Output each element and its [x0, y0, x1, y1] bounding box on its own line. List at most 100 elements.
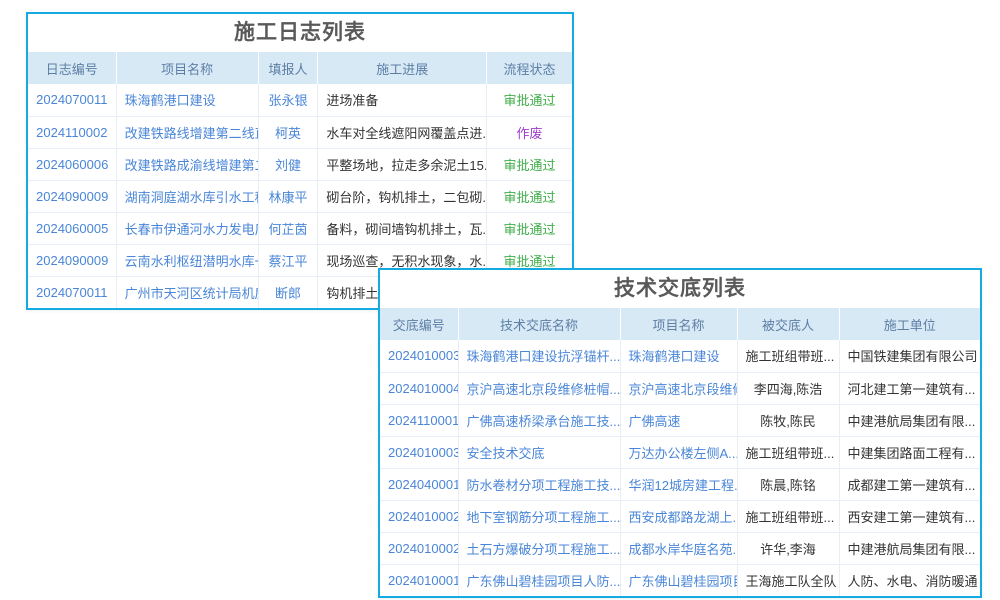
disclosure-id[interactable]: 2024010003	[380, 340, 458, 372]
technical-disclosure-title: 技术交底列表	[380, 270, 980, 308]
construction-unit: 中国铁建集团有限公司	[839, 340, 980, 372]
disclosure-name[interactable]: 防水卷材分项工程施工技...	[458, 468, 620, 500]
progress: 水车对全线遮阳网覆盖点进...	[318, 116, 487, 148]
project-name[interactable]: 湖南洞庭湖水库引水工程...	[116, 180, 258, 212]
receiver: 施工班组带班...	[737, 340, 839, 372]
column-header-reporter: 填报人	[258, 52, 318, 84]
column-header-construction-unit: 施工单位	[839, 308, 980, 340]
project-name[interactable]: 珠海鹤港口建设	[620, 340, 737, 372]
disclosure-name[interactable]: 土石方爆破分项工程施工...	[458, 532, 620, 564]
project-name[interactable]: 广东佛山碧桂园项目	[620, 564, 737, 596]
receiver: 李四海,陈浩	[737, 372, 839, 404]
project-name[interactable]: 改建铁路线增建第二线直...	[116, 116, 258, 148]
disclosure-name[interactable]: 安全技术交底	[458, 436, 620, 468]
disclosure-id[interactable]: 2024010003	[380, 436, 458, 468]
disclosure-row: 2024010002地下室钢筋分项工程施工...西安成都路龙湖上...施工班组带…	[380, 500, 980, 532]
log-row: 2024060006改建铁路成渝线增建第二...刘健平整场地，拉走多余泥土15.…	[28, 148, 572, 180]
log-row: 2024060005长春市伊通河水力发电厂...何芷茵备料，砌间墙钩机排土，瓦.…	[28, 212, 572, 244]
disclosure-id[interactable]: 2024010001	[380, 564, 458, 596]
log-id[interactable]: 2024090009	[28, 180, 116, 212]
technical-disclosure-table: 交底编号技术交底名称项目名称被交底人施工单位2024010003珠海鹤港口建设抗…	[380, 308, 980, 596]
project-name[interactable]: 广佛高速	[620, 404, 737, 436]
reporter[interactable]: 刘健	[258, 148, 318, 180]
log-id[interactable]: 2024060006	[28, 148, 116, 180]
reporter[interactable]: 张永银	[258, 84, 318, 116]
project-name[interactable]: 华润12城房建工程...	[620, 468, 737, 500]
construction-log-panel: 施工日志列表 日志编号项目名称填报人施工进展流程状态2024070011珠海鹤港…	[26, 12, 574, 310]
project-name[interactable]: 京沪高速北京段维修	[620, 372, 737, 404]
disclosure-name[interactable]: 地下室钢筋分项工程施工...	[458, 500, 620, 532]
disclosure-row: 2024010001广东佛山碧桂园项目人防...广东佛山碧桂园项目王海施工队全队…	[380, 564, 980, 596]
receiver: 施工班组带班...	[737, 500, 839, 532]
header-row: 交底编号技术交底名称项目名称被交底人施工单位	[380, 308, 980, 340]
disclosure-name[interactable]: 广东佛山碧桂园项目人防...	[458, 564, 620, 596]
header-row: 日志编号项目名称填报人施工进展流程状态	[28, 52, 572, 84]
construction-unit: 成都建工第一建筑有...	[839, 468, 980, 500]
disclosure-id[interactable]: 2024010004	[380, 372, 458, 404]
workflow-status: 审批通过	[487, 148, 572, 180]
construction-unit: 人防、水电、消防暖通	[839, 564, 980, 596]
column-header-workflow-status: 流程状态	[487, 52, 572, 84]
disclosure-row: 2024010004京沪高速北京段维修桩帽...京沪高速北京段维修李四海,陈浩河…	[380, 372, 980, 404]
disclosure-row: 2024010003珠海鹤港口建设抗浮锚杆...珠海鹤港口建设施工班组带班...…	[380, 340, 980, 372]
disclosure-name[interactable]: 广佛高速桥梁承台施工技...	[458, 404, 620, 436]
receiver: 陈晨,陈铭	[737, 468, 839, 500]
construction-unit: 河北建工第一建筑有...	[839, 372, 980, 404]
disclosure-name[interactable]: 京沪高速北京段维修桩帽...	[458, 372, 620, 404]
project-name[interactable]: 云南水利枢纽潜明水库一...	[116, 244, 258, 276]
construction-unit: 中建集团路面工程有...	[839, 436, 980, 468]
log-id[interactable]: 2024090009	[28, 244, 116, 276]
progress: 进场准备	[318, 84, 487, 116]
receiver: 王海施工队全队	[737, 564, 839, 596]
column-header-log-id: 日志编号	[28, 52, 116, 84]
project-name[interactable]: 西安成都路龙湖上...	[620, 500, 737, 532]
log-id[interactable]: 2024060005	[28, 212, 116, 244]
project-name[interactable]: 长春市伊通河水力发电厂...	[116, 212, 258, 244]
column-header-disclosure-id: 交底编号	[380, 308, 458, 340]
progress: 平整场地，拉走多余泥土15...	[318, 148, 487, 180]
disclosure-id[interactable]: 2024110001	[380, 404, 458, 436]
workflow-status: 审批通过	[487, 84, 572, 116]
disclosure-row: 2024010002土石方爆破分项工程施工...成都水岸华庭名苑...许华,李海…	[380, 532, 980, 564]
reporter[interactable]: 断郎	[258, 276, 318, 308]
reporter[interactable]: 蔡江平	[258, 244, 318, 276]
workflow-status: 作废	[487, 116, 572, 148]
log-id[interactable]: 2024070011	[28, 84, 116, 116]
column-header-project-name: 项目名称	[620, 308, 737, 340]
construction-unit: 中建港航局集团有限...	[839, 404, 980, 436]
column-header-project-name: 项目名称	[116, 52, 258, 84]
disclosure-id[interactable]: 2024010002	[380, 532, 458, 564]
column-header-progress: 施工进展	[318, 52, 487, 84]
log-id[interactable]: 2024110002	[28, 116, 116, 148]
log-id[interactable]: 2024070011	[28, 276, 116, 308]
progress: 砌台阶，钩机排土，二包砌...	[318, 180, 487, 212]
disclosure-name[interactable]: 珠海鹤港口建设抗浮锚杆...	[458, 340, 620, 372]
column-header-receiver: 被交底人	[737, 308, 839, 340]
project-name[interactable]: 万达办公楼左侧A...	[620, 436, 737, 468]
column-header-disclosure-name: 技术交底名称	[458, 308, 620, 340]
progress: 备料，砌间墙钩机排土，瓦...	[318, 212, 487, 244]
project-name[interactable]: 珠海鹤港口建设	[116, 84, 258, 116]
reporter[interactable]: 何芷茵	[258, 212, 318, 244]
reporter[interactable]: 柯英	[258, 116, 318, 148]
log-row: 2024070011珠海鹤港口建设张永银进场准备审批通过	[28, 84, 572, 116]
log-row: 2024110002改建铁路线增建第二线直...柯英水车对全线遮阳网覆盖点进..…	[28, 116, 572, 148]
technical-disclosure-panel: 技术交底列表 交底编号技术交底名称项目名称被交底人施工单位2024010003珠…	[378, 268, 982, 598]
construction-log-title: 施工日志列表	[28, 14, 572, 52]
project-name[interactable]: 广州市天河区统计局机房...	[116, 276, 258, 308]
construction-unit: 西安建工第一建筑有...	[839, 500, 980, 532]
disclosure-id[interactable]: 2024040001	[380, 468, 458, 500]
disclosure-id[interactable]: 2024010002	[380, 500, 458, 532]
disclosure-row: 2024010003安全技术交底万达办公楼左侧A...施工班组带班...中建集团…	[380, 436, 980, 468]
log-row: 2024090009湖南洞庭湖水库引水工程...林康平砌台阶，钩机排土，二包砌.…	[28, 180, 572, 212]
receiver: 陈牧,陈民	[737, 404, 839, 436]
disclosure-row: 2024110001广佛高速桥梁承台施工技...广佛高速陈牧,陈民中建港航局集团…	[380, 404, 980, 436]
project-name[interactable]: 成都水岸华庭名苑...	[620, 532, 737, 564]
reporter[interactable]: 林康平	[258, 180, 318, 212]
workflow-status: 审批通过	[487, 180, 572, 212]
construction-unit: 中建港航局集团有限...	[839, 532, 980, 564]
project-name[interactable]: 改建铁路成渝线增建第二...	[116, 148, 258, 180]
workflow-status: 审批通过	[487, 212, 572, 244]
disclosure-row: 2024040001防水卷材分项工程施工技...华润12城房建工程...陈晨,陈…	[380, 468, 980, 500]
receiver: 施工班组带班...	[737, 436, 839, 468]
